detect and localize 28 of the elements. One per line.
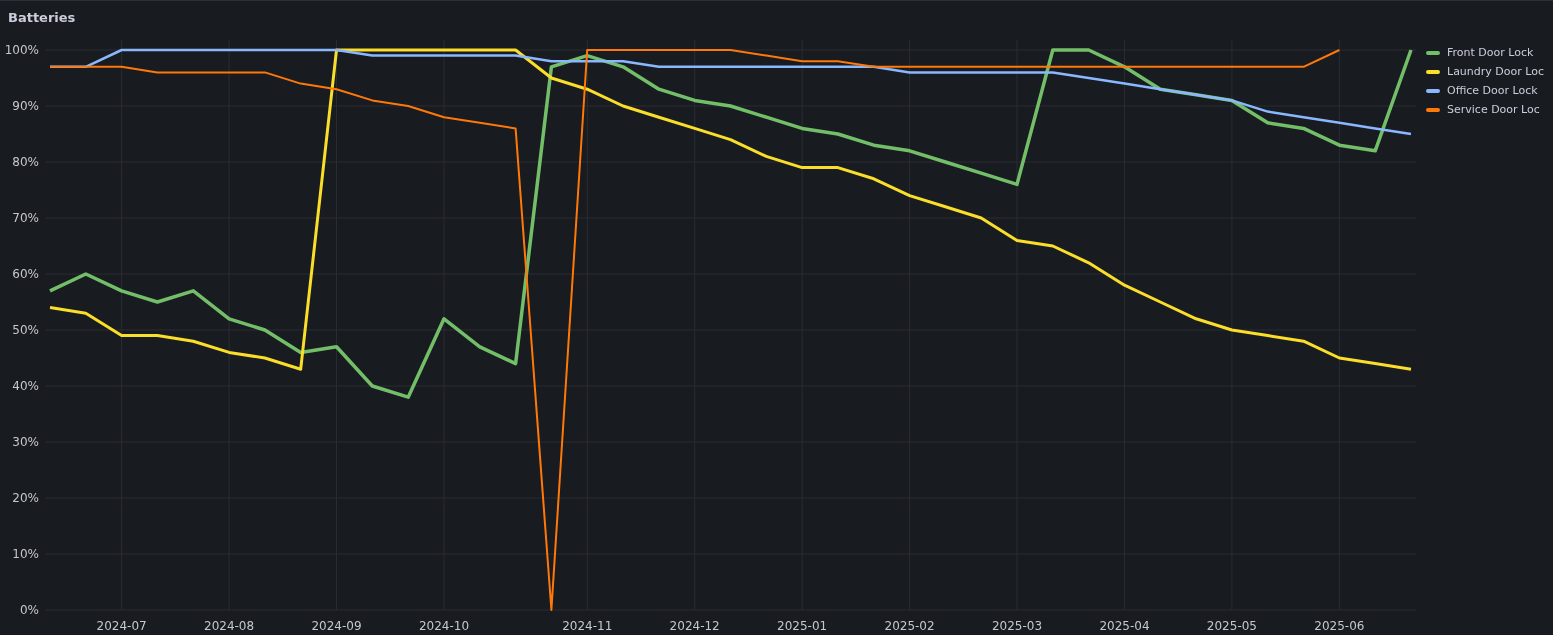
y-axis-label: 60% (12, 267, 39, 281)
x-axis-label: 2024-10 (418, 619, 470, 633)
y-axis-label: 20% (12, 491, 39, 505)
y-axis-label: 0% (19, 603, 39, 617)
x-axis-label: 2025-01 (777, 619, 828, 633)
legend-label[interactable]: Laundry Door Loc (1447, 65, 1544, 78)
y-axis-label: 50% (12, 323, 39, 337)
x-axis-label: 2024-07 (96, 619, 147, 633)
y-axis-label: 100% (4, 43, 39, 57)
y-axis-label: 40% (12, 379, 39, 393)
x-axis-label: 2025-05 (1206, 619, 1257, 633)
legend-label[interactable]: Office Door Lock (1447, 84, 1538, 97)
y-axis-label: 70% (12, 211, 39, 225)
y-axis-label: 30% (12, 435, 39, 449)
x-axis-label: 2025-06 (1314, 619, 1365, 633)
x-axis-label: 2024-11 (562, 619, 613, 633)
x-axis-label: 2025-03 (991, 619, 1043, 633)
x-axis-label: 2025-02 (884, 619, 935, 633)
y-axis-label: 90% (12, 99, 39, 113)
x-axis-label: 2025-04 (1099, 619, 1150, 633)
y-axis-label: 10% (12, 547, 39, 561)
legend-label[interactable]: Front Door Lock (1447, 46, 1534, 59)
x-axis-label: 2024-08 (204, 619, 255, 633)
x-axis-label: 2024-12 (669, 619, 720, 633)
x-axis-label: 2024-09 (311, 619, 362, 633)
panel-title: Batteries (7, 9, 77, 27)
legend-label[interactable]: Service Door Loc (1447, 103, 1540, 116)
y-axis-label: 80% (12, 155, 39, 169)
